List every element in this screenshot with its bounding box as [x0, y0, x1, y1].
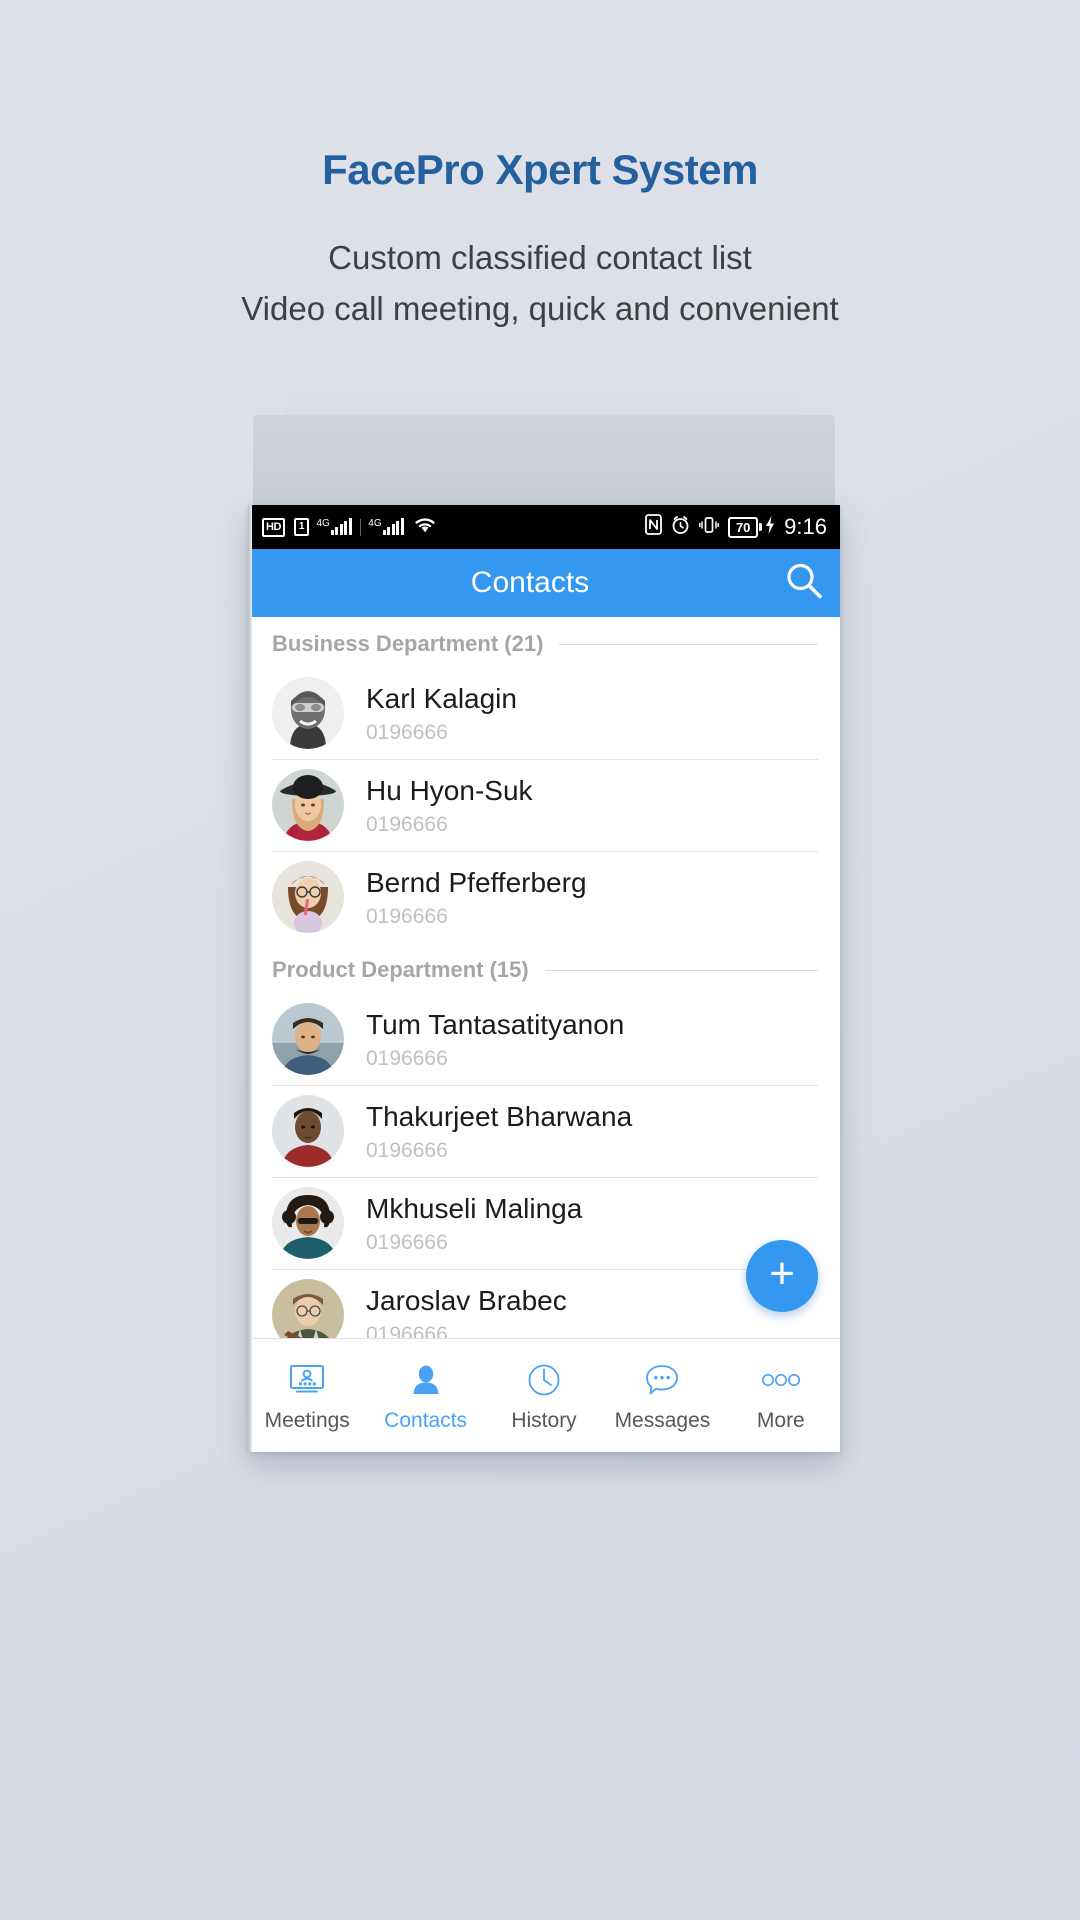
contact-text: Tum Tantasatityanon 0196666 — [366, 1007, 624, 1071]
search-button[interactable] — [768, 560, 840, 607]
alarm-clock-icon — [671, 515, 690, 540]
contact-phone: 0196666 — [366, 1138, 448, 1162]
promo-subtitle-line-2: Video call meeting, quick and convenient — [241, 289, 839, 327]
contact-list-item[interactable]: Tum Tantasatityanon 0196666 — [248, 993, 840, 1085]
contact-text: Jaroslav Brabec 0196666 — [366, 1283, 567, 1338]
section-header-rule — [544, 969, 818, 971]
status-bar-right: 70 9:16 — [636, 514, 827, 540]
contact-name: Thakurjeet Bharwana — [366, 1100, 633, 1132]
phone-mockup: HD 1 4G 4G 70 9:16 Contacts Business Dep… — [248, 383, 840, 1452]
wifi-icon — [412, 515, 438, 539]
contact-name: Tum Tantasatityanon — [366, 1008, 625, 1040]
hd-badge-icon: HD — [262, 517, 285, 537]
section-header-rule — [559, 643, 818, 645]
section-header-product: Product Department (15) — [248, 943, 840, 993]
more-dots-icon — [761, 1359, 801, 1401]
nfc-icon — [645, 514, 663, 540]
app-bar-title: Contacts — [470, 566, 590, 599]
contact-text: Hu Hyon-Suk 0196666 — [366, 773, 533, 837]
nav-item-contacts[interactable]: Contacts — [366, 1359, 484, 1433]
contact-text: Bernd Pfefferberg 0196666 — [366, 865, 587, 929]
battery-level-label: 70 — [728, 516, 759, 538]
page-title: FacePro Xpert System — [322, 146, 758, 193]
clock-icon — [527, 1359, 561, 1401]
sim-card-icon: 1 — [293, 518, 310, 536]
search-icon — [783, 560, 825, 607]
avatar — [272, 1187, 344, 1259]
status-bar-clock: 9:16 — [784, 514, 827, 539]
contact-name: Mkhuseli Malinga — [366, 1192, 583, 1224]
status-bar: HD 1 4G 4G 70 9:16 — [248, 505, 840, 549]
contact-list[interactable]: Business Department (21) Karl Kalagin 01… — [248, 617, 840, 1338]
promo-header: FacePro Xpert System Custom classified c… — [0, 145, 1080, 334]
section-header-business: Business Department (21) — [248, 617, 840, 667]
nav-item-history[interactable]: History — [485, 1359, 603, 1433]
contact-list-item[interactable]: Bernd Pfefferberg 0196666 — [248, 851, 840, 943]
section-header-label: Business Department (21) — [272, 631, 544, 656]
contact-phone: 0196666 — [366, 720, 448, 744]
charging-bolt-icon — [765, 515, 775, 539]
promo-subtitle-line-1: Custom classified contact list — [328, 239, 752, 277]
contact-name: Bernd Pfefferberg — [366, 866, 587, 898]
phone-screen: HD 1 4G 4G 70 9:16 Contacts Business Dep… — [248, 505, 840, 1452]
contact-phone: 0196666 — [366, 812, 448, 836]
avatar — [272, 769, 344, 841]
meeting-screen-icon — [289, 1359, 325, 1401]
contact-phone: 0196666 — [366, 1322, 448, 1338]
avatar — [272, 677, 344, 749]
contact-phone: 0196666 — [366, 1230, 448, 1254]
contact-list-item[interactable]: Hu Hyon-Suk 0196666 — [248, 759, 840, 851]
nav-item-more[interactable]: More — [722, 1359, 840, 1433]
signal-2-icon: 4G — [368, 518, 406, 535]
contact-name: Jaroslav Brabec — [366, 1284, 567, 1316]
contact-phone: 0196666 — [366, 1046, 448, 1070]
nav-label: Messages — [614, 1408, 711, 1432]
nav-label: History — [511, 1408, 577, 1432]
avatar — [272, 1279, 344, 1338]
status-bar-left: HD 1 4G 4G — [262, 515, 445, 539]
nav-item-messages[interactable]: Messages — [603, 1359, 721, 1433]
signal-1-icon: 4G — [316, 518, 354, 535]
contact-text: Mkhuseli Malinga 0196666 — [366, 1191, 582, 1255]
section-header-label: Product Department (15) — [272, 957, 529, 982]
network-type-1-label: 4G — [316, 518, 330, 529]
battery-tip — [759, 523, 763, 531]
avatar — [272, 1003, 344, 1075]
plus-icon: + — [769, 1248, 795, 1298]
nav-label: More — [756, 1408, 805, 1432]
contact-phone: 0196666 — [366, 904, 448, 928]
signal-bars-2 — [382, 518, 406, 535]
bottom-navigation: Meetings Contacts History Messages More — [248, 1338, 840, 1452]
status-divider — [360, 518, 362, 536]
add-contact-fab[interactable]: + — [746, 1240, 818, 1312]
app-bar: Contacts — [248, 549, 840, 617]
contact-text: Thakurjeet Bharwana 0196666 — [366, 1099, 632, 1163]
network-type-2-label: 4G — [368, 518, 382, 529]
signal-bars-1 — [330, 518, 354, 535]
contact-name: Hu Hyon-Suk — [366, 774, 533, 806]
promo-subtitle: Custom classified contact list Video cal… — [0, 233, 1080, 333]
chat-bubble-icon — [644, 1359, 680, 1401]
contact-name: Karl Kalagin — [366, 682, 517, 714]
battery-icon: 70 — [728, 516, 763, 538]
nav-item-meetings[interactable]: Meetings — [248, 1359, 366, 1433]
avatar — [272, 1095, 344, 1167]
nav-label: Contacts — [384, 1408, 468, 1432]
contact-list-item[interactable]: Karl Kalagin 0196666 — [248, 667, 840, 759]
avatar — [272, 861, 344, 933]
contact-list-item[interactable]: Thakurjeet Bharwana 0196666 — [248, 1085, 840, 1177]
nav-label: Meetings — [264, 1408, 350, 1432]
vibrate-icon — [699, 515, 720, 540]
person-icon — [410, 1359, 442, 1401]
contact-text: Karl Kalagin 0196666 — [366, 681, 517, 745]
